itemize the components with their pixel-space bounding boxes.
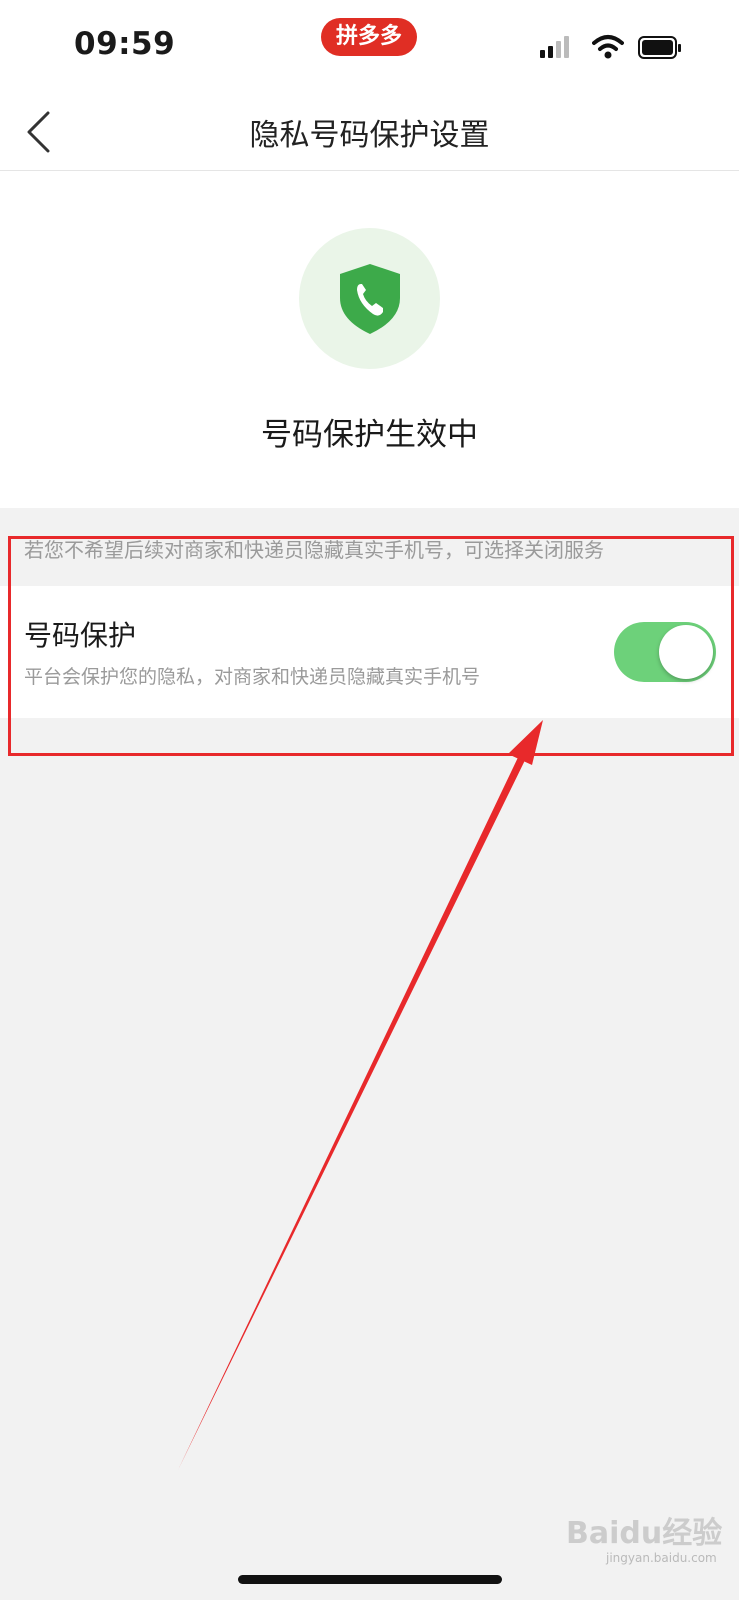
watermark-url: jingyan.baidu.com: [606, 1551, 717, 1565]
home-indicator[interactable]: [238, 1575, 502, 1584]
annotation-arrow: [178, 720, 543, 1470]
baidu-watermark: Baidu经验: [566, 1516, 723, 1551]
